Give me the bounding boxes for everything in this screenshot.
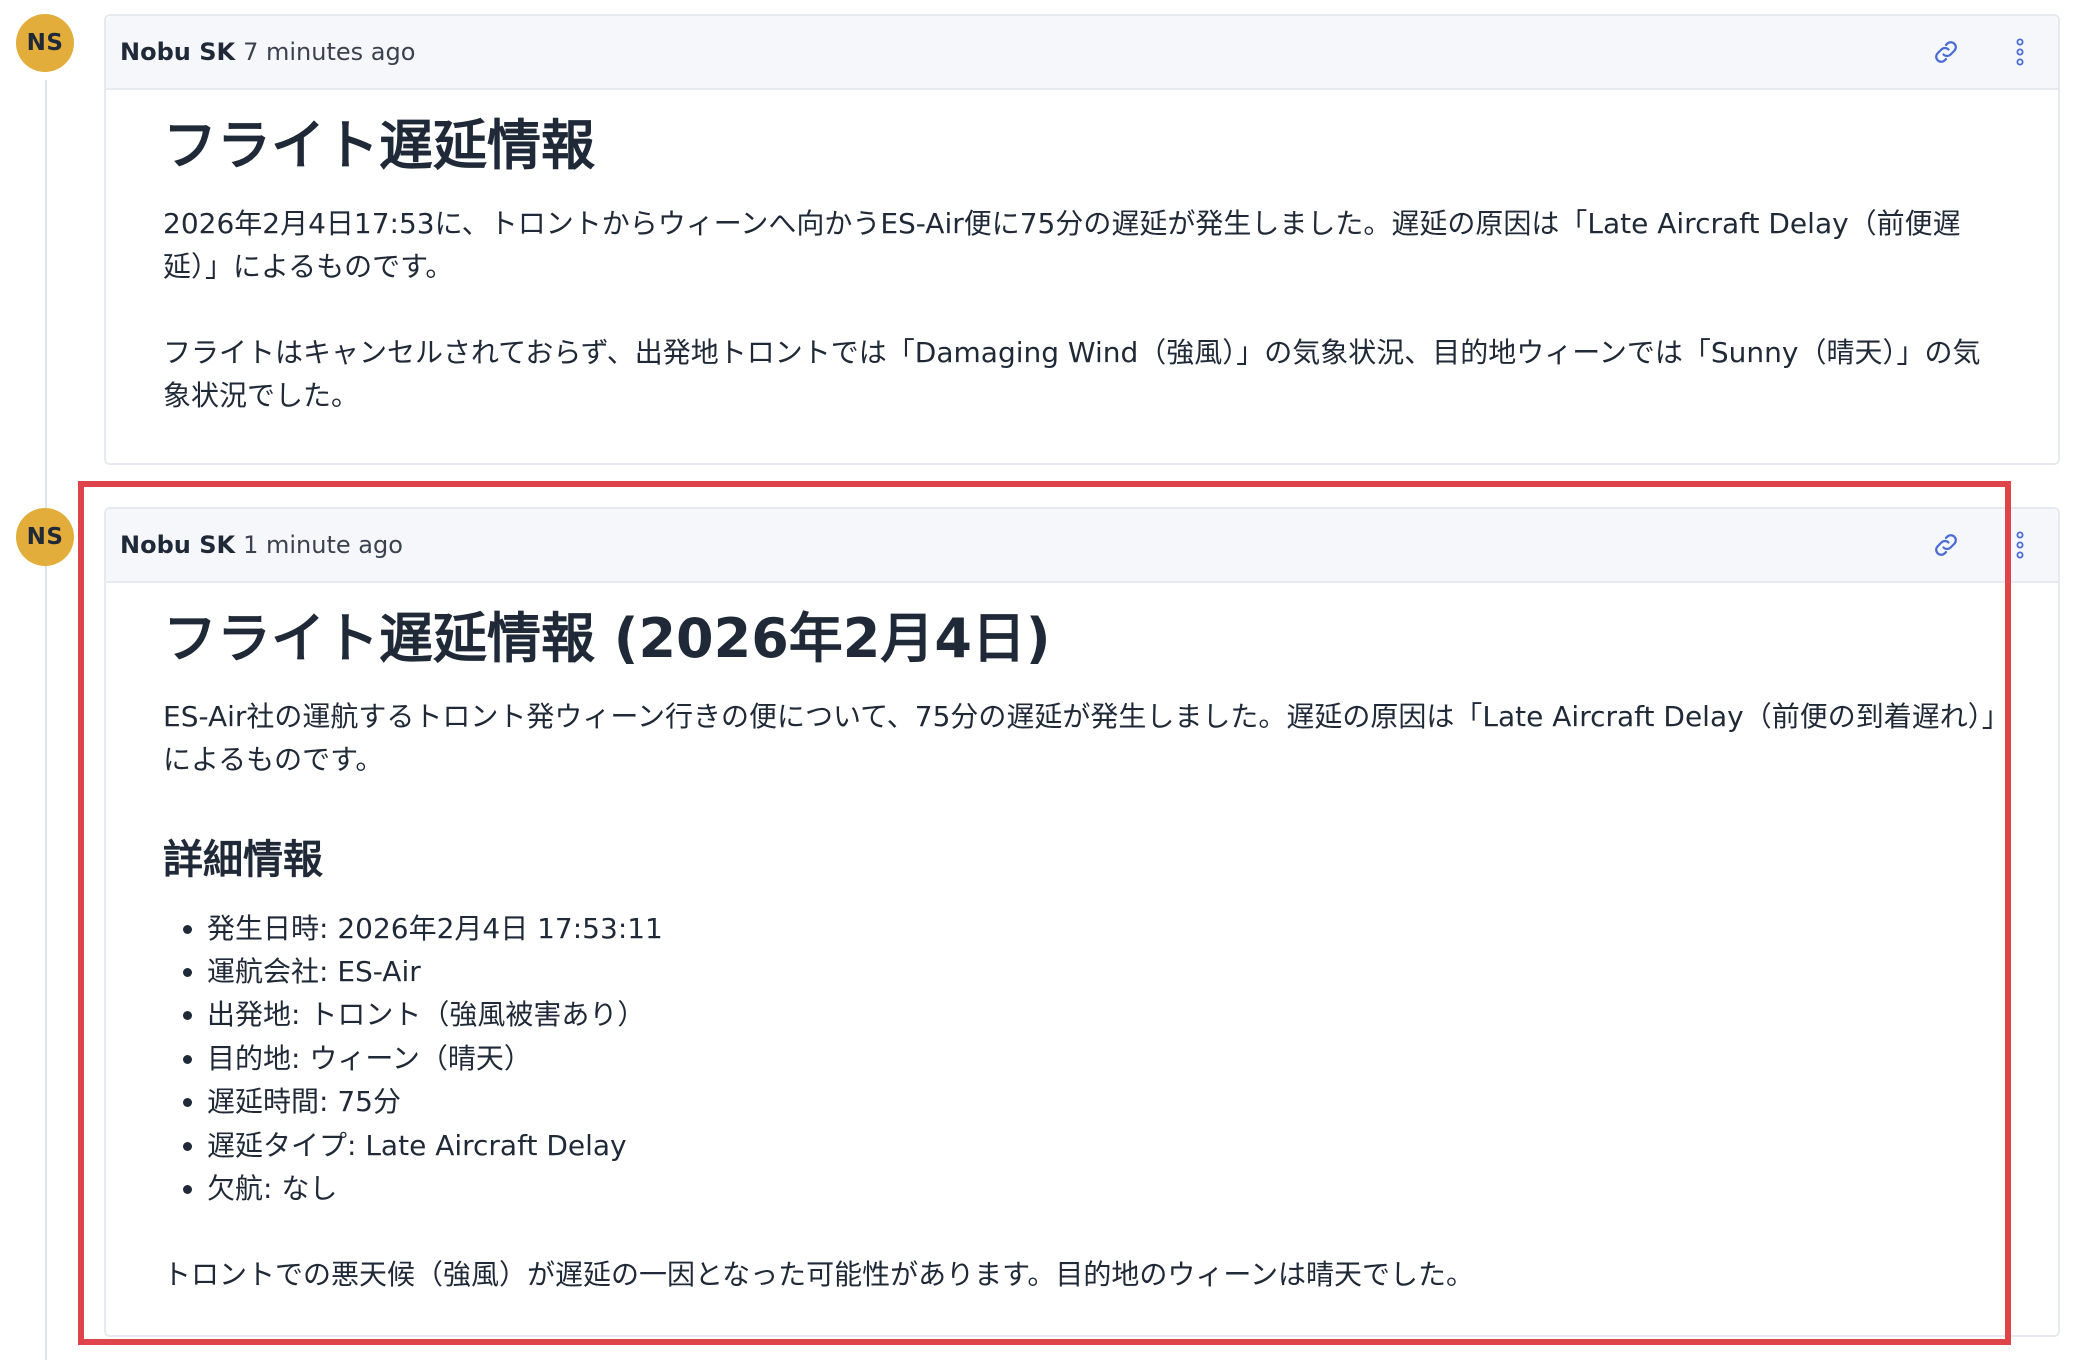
- details-list: 発生日時: 2026年2月4日 17:53:11 運航会社: ES-Air 出発…: [163, 907, 2003, 1211]
- list-item: 目的地: ウィーン（晴天）: [207, 1037, 2003, 1080]
- list-item: 遅延時間: 75分: [207, 1080, 2003, 1123]
- details-heading: 詳細情報: [163, 836, 323, 883]
- list-item: 出発地: トロント（強風被害あり）: [207, 993, 2003, 1036]
- avatar: NS: [16, 14, 74, 72]
- comment-title: フライト遅延情報: [163, 114, 595, 177]
- more-vertical-icon[interactable]: [2004, 529, 2036, 561]
- comment-body: フライト遅延情報 2026年2月4日17:53に、トロントからウィーンへ向かうE…: [106, 90, 2058, 417]
- comment-header: Nobu SK 1 minute ago: [106, 509, 2058, 583]
- comment-body: フライト遅延情報 (2026年2月4日) ES-Air社の運航するトロント発ウィ…: [106, 583, 2058, 1296]
- timeline-line: [45, 80, 47, 1360]
- comment-header: Nobu SK 7 minutes ago: [106, 16, 2058, 90]
- comment-timestamp: 7 minutes ago: [243, 38, 416, 66]
- comment-card: Nobu SK 1 minute ago フライト遅延情報 (2026年2月4日…: [104, 507, 2060, 1337]
- comment-timestamp: 1 minute ago: [243, 531, 403, 559]
- intro-paragraph: ES-Air社の運航するトロント発ウィーン行きの便について、75分の遅延が発生し…: [163, 699, 1996, 776]
- list-item: 欠航: なし: [207, 1167, 2003, 1210]
- author-name: Nobu SK: [120, 38, 236, 66]
- comment-card: Nobu SK 7 minutes ago フライト遅延情報 2026年2月4日…: [104, 14, 2060, 465]
- paragraph: フライトはキャンセルされておらず、出発地トロントでは「Damaging Wind…: [163, 335, 1981, 412]
- paragraph: 2026年2月4日17:53に、トロントからウィーンへ向かうES-Air便に75…: [163, 206, 1961, 283]
- closing-paragraph: トロントでの悪天候（強風）が遅延の一因となった可能性があります。目的地のウィーン…: [163, 1258, 1474, 1292]
- list-item: 運航会社: ES-Air: [207, 950, 2003, 993]
- list-item: 発生日時: 2026年2月4日 17:53:11: [207, 907, 2003, 950]
- avatar: NS: [16, 508, 74, 566]
- list-item: 遅延タイプ: Late Aircraft Delay: [207, 1124, 2003, 1167]
- comment-title: フライト遅延情報 (2026年2月4日): [163, 607, 1051, 670]
- link-icon[interactable]: [1930, 529, 1962, 561]
- author-name: Nobu SK: [120, 531, 236, 559]
- link-icon[interactable]: [1930, 36, 1962, 68]
- more-vertical-icon[interactable]: [2004, 36, 2036, 68]
